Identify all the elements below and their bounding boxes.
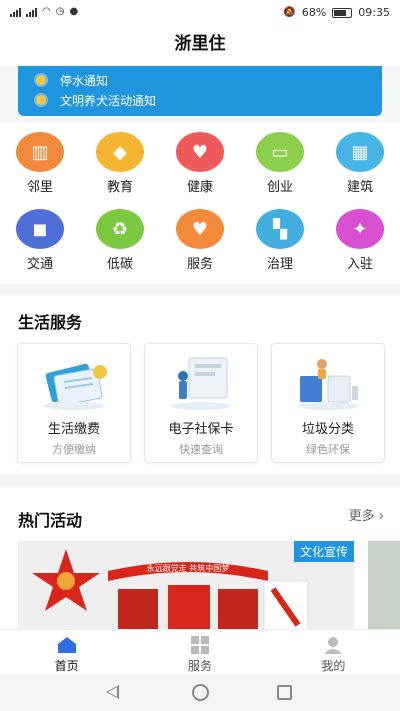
battery-percent: 68%	[301, 6, 327, 19]
service-subtitle: 方便缴纳	[52, 443, 96, 456]
grid-item-label: 健康	[186, 180, 213, 195]
tab-label: 首页	[54, 659, 79, 673]
tab-label: 我的	[321, 659, 346, 673]
tab-home[interactable]: 首页	[0, 630, 133, 675]
tab-services[interactable]: 服务	[133, 630, 266, 675]
wechat-icon: ●	[69, 6, 79, 17]
grid-item[interactable]: ▥ 邻里	[0, 132, 80, 195]
grid-item[interactable]: ▦ 建筑	[320, 132, 400, 195]
status-bar: ◠ ◷ ● 🔕 68% 09:35	[0, 0, 400, 26]
handshake-icon: ✦	[336, 209, 384, 249]
function-grid-card: ▥ 邻里 ◆ 教育 ♥ 健康 ▭ 创业 ▦ 建筑 ◼ 交通 ♻ 低碳 ♥ 服务 ▚ 治理 ✦ 入驻	[0, 122, 400, 284]
service-card-payment[interactable]: 生活缴费 方便缴纳	[17, 343, 131, 463]
status-right: 🔕 68% 09:35	[283, 6, 390, 19]
service-name: 垃圾分类	[301, 422, 354, 437]
user-icon	[324, 637, 343, 654]
heart-hand-icon: ♥	[176, 209, 224, 249]
function-grid: ▥ 邻里 ◆ 教育 ♥ 健康 ▭ 创业 ▦ 建筑 ◼ 交通 ♻ 低碳 ♥ 服务 ▚ 治理 ✦ 入驻	[0, 132, 400, 272]
bullet-icon	[36, 95, 46, 105]
id-card-illustration-icon	[161, 354, 241, 412]
signal-icon	[26, 7, 37, 17]
grid-item[interactable]: ▚ 治理	[240, 209, 320, 272]
bullet-icon	[36, 75, 46, 85]
activity-banner[interactable]: 永远跟党走 共筑中国梦 文化宣传	[18, 541, 354, 631]
section-title: 热门活动	[18, 511, 83, 530]
clock: 09:35	[358, 6, 390, 19]
grid-item-label: 创业	[266, 180, 293, 195]
notice-item[interactable]: 文明养犬活动通知	[18, 90, 382, 110]
banner-slogan: 永远跟党走 共筑中国梦	[147, 563, 230, 573]
grid-item-label: 治理	[266, 257, 293, 272]
alarm-icon: ◷	[55, 6, 65, 17]
trash-sorting-illustration-icon	[288, 354, 368, 412]
service-card-social-security[interactable]: 电子社保卡 快速查询	[144, 343, 258, 463]
bill-illustration-icon	[34, 354, 114, 412]
notice-banner[interactable]: 停水通知 文明养犬活动通知	[18, 66, 382, 116]
banner-tag: 文化宣传	[293, 541, 354, 562]
grid-item-label: 教育	[106, 180, 133, 195]
grid-item[interactable]: ◆ 教育	[80, 132, 160, 195]
notice-item[interactable]: 停水通知	[18, 70, 382, 90]
grid-item-label: 建筑	[346, 180, 373, 195]
status-left: ◠ ◷ ●	[10, 6, 78, 17]
back-icon[interactable]	[106, 685, 119, 699]
more-link[interactable]: 更多 ›	[349, 505, 384, 524]
grid-item-label: 低碳	[106, 257, 133, 272]
notice-text: 停水通知	[60, 73, 109, 88]
hot-activities-section: 热门活动 更多 › 永远跟党走 共筑中国梦 文化宣传	[0, 487, 400, 631]
neighborhood-icon: ▥	[16, 132, 64, 172]
wifi-icon: ◠	[42, 6, 51, 17]
service-subtitle: 绿色环保	[306, 443, 350, 456]
title-bar: 浙里住	[0, 26, 400, 66]
signal-icon	[10, 7, 21, 17]
grid-item[interactable]: ▭ 创业	[240, 132, 320, 195]
grid-item-label: 服务	[186, 257, 213, 272]
grid-item-label: 入驻	[346, 257, 373, 272]
mute-icon: 🔕	[283, 7, 296, 18]
service-name: 生活缴费	[47, 422, 100, 437]
grid-item[interactable]: ◼ 交通	[0, 209, 80, 272]
bottom-tab-bar: 首页 服务 我的	[0, 629, 400, 675]
heartbeat-icon: ♥	[176, 132, 224, 172]
battery-icon	[332, 7, 353, 18]
page-title: 浙里住	[174, 34, 226, 54]
home-icon	[57, 637, 76, 653]
recent-apps-icon[interactable]	[277, 685, 292, 700]
home-button-icon[interactable]	[192, 684, 209, 701]
graduation-cap-icon: ◆	[96, 132, 144, 172]
recycle-icon: ♻	[96, 209, 144, 249]
grid-item-label: 邻里	[26, 180, 53, 195]
tab-profile[interactable]: 我的	[267, 630, 400, 675]
grid-item-label: 交通	[26, 257, 53, 272]
grid-icon	[190, 636, 209, 654]
building-icon: ▦	[336, 132, 384, 172]
tiles-icon: ▚	[256, 209, 304, 249]
section-title: 生活服务	[18, 313, 83, 332]
notice-text: 文明养犬活动通知	[60, 93, 157, 108]
grid-item[interactable]: ♥ 健康	[160, 132, 240, 195]
tab-label: 服务	[187, 659, 212, 673]
grid-item[interactable]: ♥ 服务	[160, 209, 240, 272]
grid-item[interactable]: ✦ 入驻	[320, 209, 400, 272]
card-icon: ▭	[256, 132, 304, 172]
system-nav-bar	[0, 675, 400, 711]
service-card-garbage-sorting[interactable]: 垃圾分类 绿色环保	[271, 343, 385, 463]
grid-item[interactable]: ♻ 低碳	[80, 209, 160, 272]
service-subtitle: 快速查询	[179, 443, 223, 456]
life-services-section: 生活服务 生活缴费 方便缴纳 电子社保卡 快速查询 垃圾分类 绿色环保	[0, 295, 400, 475]
car-icon: ◼	[16, 209, 64, 249]
service-name: 电子社保卡	[168, 422, 234, 437]
activity-banner-next[interactable]	[368, 541, 400, 631]
